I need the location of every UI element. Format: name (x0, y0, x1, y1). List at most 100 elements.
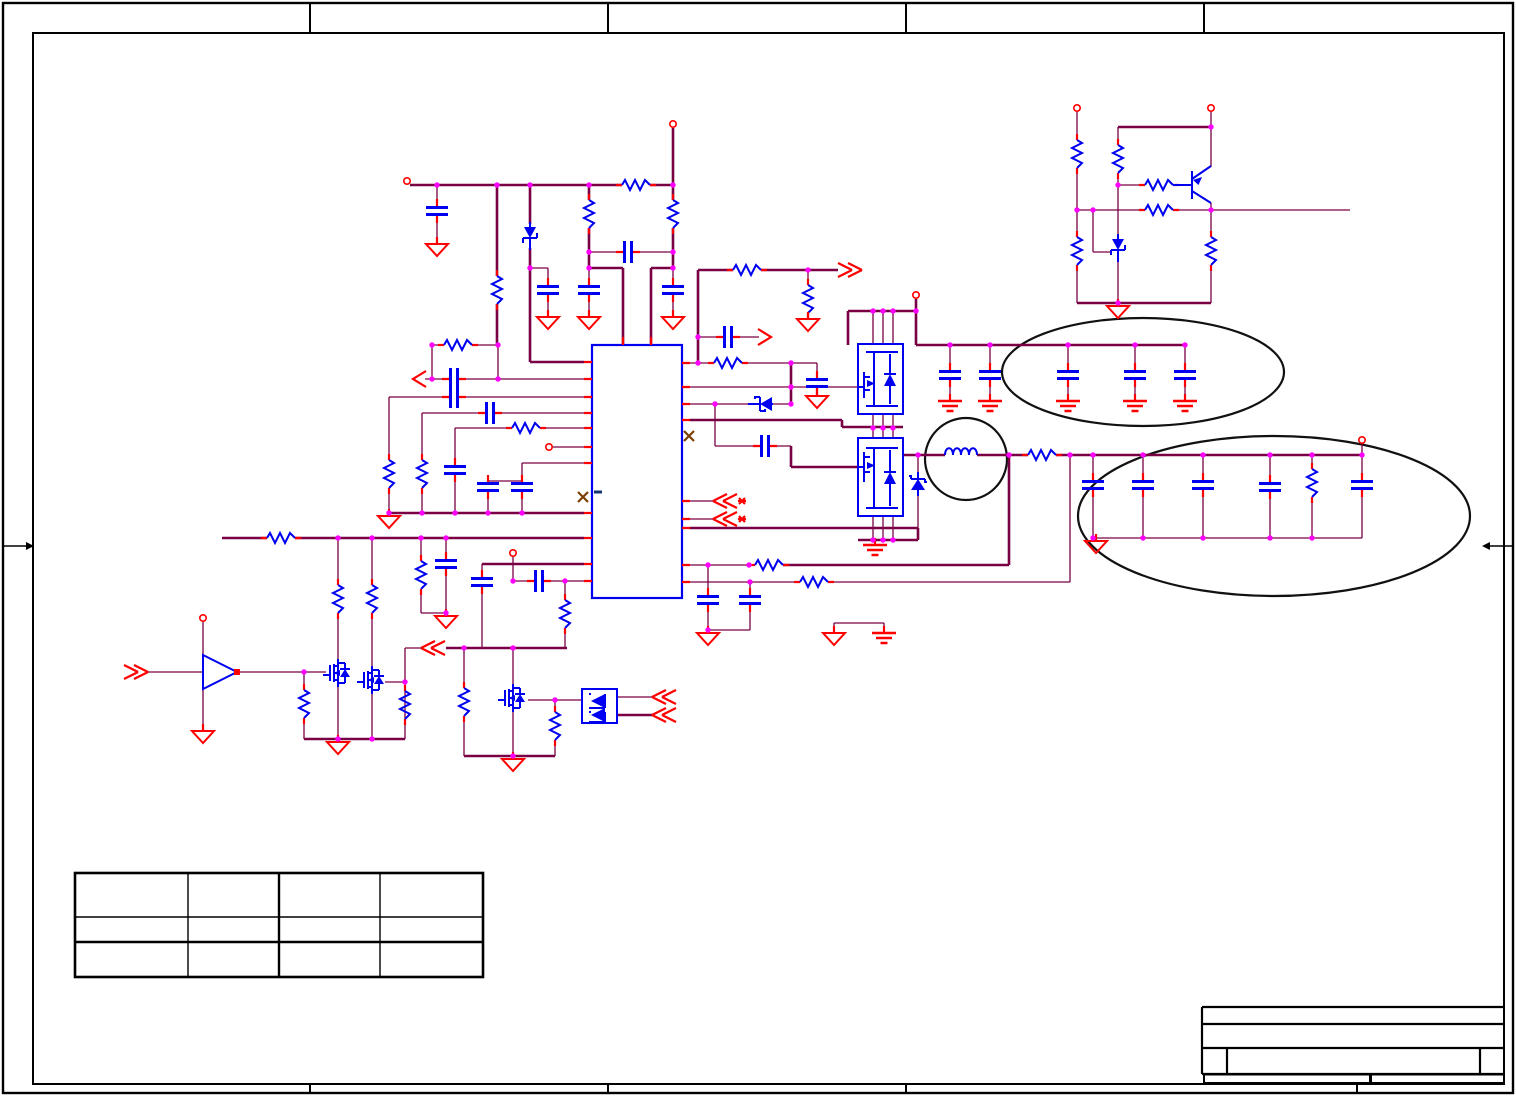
resistor (436, 338, 480, 352)
junction-dot (1309, 535, 1315, 541)
power-mosfet-high-side (857, 343, 904, 415)
ground-symbol (795, 310, 821, 333)
power-port (1073, 104, 1081, 112)
resistor (1111, 137, 1125, 181)
junction-dot (987, 342, 993, 348)
resistor (725, 263, 769, 277)
junction-dot (434, 182, 440, 188)
capacitor (1257, 473, 1283, 501)
ground-symbol (821, 624, 847, 647)
offpage-connector-left (711, 492, 739, 510)
junction-dot (1208, 124, 1214, 130)
capacitor (440, 366, 468, 392)
junction-dot (1090, 535, 1096, 541)
power-port (1207, 104, 1215, 112)
junction-dot (880, 308, 886, 314)
junction-dot (527, 182, 533, 188)
ground-symbol (660, 308, 686, 331)
capacitor (1055, 361, 1081, 389)
junction-dot (562, 578, 568, 584)
junction-dot (670, 182, 676, 188)
schottky-diode (747, 396, 774, 412)
mosfet (497, 683, 526, 713)
resistor (1070, 229, 1084, 273)
resistor (297, 682, 311, 726)
junction-dot (301, 669, 307, 675)
offpage-connector-left (419, 639, 447, 657)
junction-dot (1359, 452, 1365, 458)
junction-dot (586, 182, 592, 188)
power-port (402, 177, 412, 185)
junction-dot (402, 679, 408, 685)
connector-star (736, 514, 748, 524)
no-connect-x (682, 429, 696, 443)
schematic-canvas (1, 1, 1515, 1095)
resistor (457, 680, 471, 724)
capacitor (1172, 361, 1198, 389)
mosfet (356, 665, 385, 695)
capacitor (977, 361, 1003, 389)
junction-dot (495, 376, 501, 382)
junction-dot (1074, 207, 1080, 213)
offpage-connector-left (650, 688, 678, 706)
junction-dot (1208, 207, 1214, 213)
junction-dot (870, 308, 876, 314)
capacitor (525, 568, 553, 594)
junction-dot (552, 697, 558, 703)
earth-ground-symbol (870, 624, 898, 645)
resistor (382, 452, 396, 496)
junction-dot (915, 452, 921, 458)
junction-dot (1006, 452, 1012, 458)
junction-dot (870, 425, 876, 431)
ground-symbol (190, 722, 216, 745)
junction-dot (913, 308, 919, 314)
junction-dot (1090, 207, 1096, 213)
resistor (1020, 448, 1064, 462)
capacitor (476, 400, 504, 426)
earth-ground-symbol (936, 392, 964, 413)
zener-diode (522, 221, 538, 251)
resistor (747, 558, 791, 572)
junction-dot (1115, 300, 1121, 306)
dual-mosfet-pack (581, 688, 618, 724)
earth-ground-symbol (1054, 392, 1082, 413)
junction-dot (586, 249, 592, 255)
resistor (504, 421, 548, 435)
capacitor (440, 384, 468, 410)
capacitor (509, 473, 535, 501)
junction-dot (369, 736, 375, 742)
junction-dot (495, 342, 501, 348)
junction-dot (429, 376, 435, 382)
offpage-connector-input (122, 663, 150, 681)
earth-ground-symbol (1171, 392, 1199, 413)
junction-dot (1090, 452, 1096, 458)
earth-ground-symbol (1121, 392, 1149, 413)
junction-dot (1200, 535, 1206, 541)
power-port (199, 613, 207, 623)
resistor (582, 192, 596, 236)
schematic (122, 104, 1472, 773)
offpage-connector-left (650, 706, 678, 724)
outer-border (1, 1, 1515, 1095)
open-arrow-right (756, 327, 773, 347)
junction-dot (670, 265, 676, 271)
capacitor (424, 197, 450, 225)
power-mosfet-low-side (857, 437, 904, 517)
junction-dot (870, 537, 876, 543)
junction-dot (510, 645, 516, 651)
power-port (544, 442, 554, 452)
earth-ground-symbol (976, 392, 1004, 413)
inductor (944, 447, 978, 456)
ground-symbol (804, 387, 830, 410)
junction-dot (586, 265, 592, 271)
junction-dot (805, 267, 811, 273)
junction-dot (890, 425, 896, 431)
opamp-output-dot (234, 669, 240, 675)
junction-dot (890, 537, 896, 543)
capacitor (737, 586, 763, 614)
capacitor (714, 324, 742, 350)
sheet-frame (1, 1, 1515, 1095)
offpage-connector-right (836, 261, 864, 279)
zener-diode (1110, 233, 1126, 263)
junction-dot (705, 562, 711, 568)
